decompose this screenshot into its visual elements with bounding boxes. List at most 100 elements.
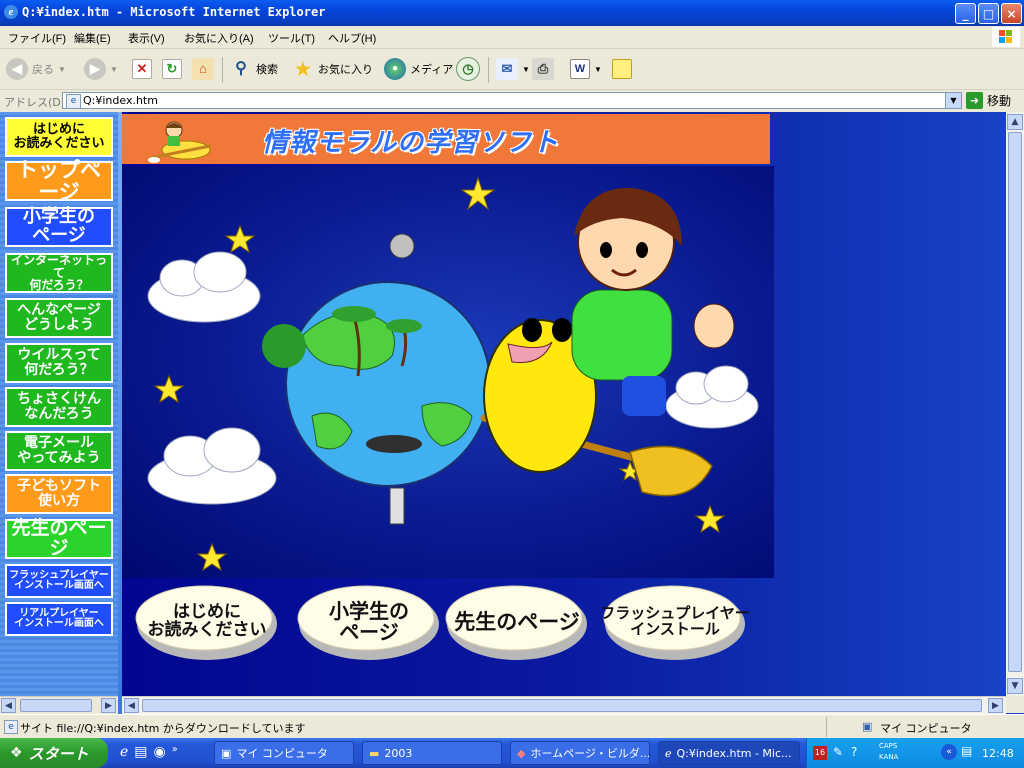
window-title: Q:¥index.htm - Microsoft Internet Explor… bbox=[22, 5, 326, 19]
menu-view[interactable]: 表示(V) bbox=[128, 30, 165, 46]
toolbar-separator bbox=[488, 57, 489, 83]
menu-edit[interactable]: 編集(E) bbox=[74, 30, 111, 46]
start-button[interactable]: ❖ スタート bbox=[0, 738, 108, 768]
task-homepage-builder[interactable]: ◆ ホームページ・ビルダ... bbox=[510, 741, 650, 765]
status-bar: e サイト file://Q:¥index.htm からダウンロードしています … bbox=[0, 714, 1024, 739]
edit-dropdown-icon[interactable]: ▼ bbox=[594, 65, 602, 74]
mail-dropdown-icon[interactable]: ▼ bbox=[522, 65, 530, 74]
discuss-button[interactable] bbox=[612, 55, 632, 83]
toolbar-separator bbox=[222, 57, 223, 83]
vertical-scroll-thumb[interactable] bbox=[1008, 132, 1022, 672]
tray-ime-icon[interactable]: ✎ bbox=[833, 745, 843, 759]
tray-collapse-icon[interactable]: « bbox=[941, 744, 957, 760]
task-internet-explorer[interactable]: ℯ Q:¥index.htm - Mic... bbox=[658, 741, 800, 765]
toolbar: ◀ 戻る ▼ ▶ ▼ ✕ ↻ ⌂ ⚲ 検索 ★ お気に入り ● メディア ◷ ✉… bbox=[0, 49, 1024, 90]
nav-top-page[interactable]: トップページ bbox=[5, 159, 113, 203]
forward-button[interactable]: ▶ ▼ bbox=[84, 55, 118, 83]
bottom-readme-button[interactable]: はじめに お読みください bbox=[132, 578, 282, 666]
tray-badge[interactable]: 16 bbox=[813, 746, 827, 760]
nav-real-install[interactable]: リアルプレイヤー インストール画面へ bbox=[5, 602, 113, 636]
nav-flash-install[interactable]: フラッシュプレイヤー インストール画面へ bbox=[5, 564, 113, 598]
bottom-teacher-button[interactable]: 先生のページ bbox=[442, 578, 592, 666]
clock[interactable]: 12:48 bbox=[982, 747, 1014, 760]
nav-readme[interactable]: はじめに お読みください bbox=[5, 117, 113, 157]
minimize-button[interactable]: _ bbox=[955, 3, 976, 24]
edit-word-button[interactable]: W ▼ bbox=[570, 55, 602, 83]
nav-elementary-page[interactable]: 小学生の ページ bbox=[5, 207, 113, 247]
nav-what-is-internet[interactable]: インターネットって 何だろう？ bbox=[5, 253, 113, 293]
bottom-flash-install-button[interactable]: フラッシュプレイヤー インストール bbox=[600, 578, 750, 666]
favorites-button[interactable]: ★ お気に入り bbox=[292, 55, 373, 83]
search-button[interactable]: ⚲ 検索 bbox=[230, 55, 278, 83]
favorites-star-icon: ★ bbox=[294, 59, 312, 79]
nav-email[interactable]: 電子メール やってみよう bbox=[5, 431, 113, 471]
window-title-bar[interactable]: e Q:¥index.htm - Microsoft Internet Expl… bbox=[0, 0, 1024, 26]
task-label: Q:¥index.htm - Mic... bbox=[676, 746, 792, 760]
stop-icon: ✕ bbox=[132, 59, 152, 79]
tray-help-icon[interactable]: ? bbox=[851, 745, 857, 759]
close-button[interactable]: × bbox=[1001, 3, 1022, 24]
tray-network-icon[interactable]: ▤ bbox=[961, 744, 972, 758]
scroll-up-icon[interactable]: ▲ bbox=[1007, 114, 1023, 130]
task-my-computer[interactable]: ▣ マイ コンピュータ bbox=[214, 741, 354, 765]
scroll-right-icon[interactable]: ▶ bbox=[101, 698, 116, 713]
banner-mascot-icon bbox=[148, 121, 211, 163]
menu-favorites[interactable]: お気に入り(A) bbox=[184, 30, 254, 46]
horizontal-scroll-thumb[interactable] bbox=[142, 699, 982, 712]
maximize-button[interactable]: □ bbox=[978, 3, 999, 24]
scroll-thumb[interactable] bbox=[20, 699, 92, 712]
task-label: ホームページ・ビルダ... bbox=[530, 747, 650, 760]
scroll-right-icon[interactable]: ▶ bbox=[988, 698, 1003, 713]
nav-strange-page[interactable]: へんなページ どうしよう bbox=[5, 298, 113, 338]
back-dropdown-icon[interactable]: ▼ bbox=[58, 65, 66, 74]
home-button[interactable]: ⌂ bbox=[192, 55, 214, 83]
home-icon: ⌂ bbox=[192, 58, 214, 80]
left-nav-frame: はじめに お読みください トップページ 小学生の ページ インターネットって 何… bbox=[0, 112, 122, 714]
address-dropdown-icon[interactable]: ▼ bbox=[945, 93, 961, 108]
address-input[interactable]: e Q:¥index.htm ▼ bbox=[62, 92, 962, 109]
scroll-left-icon[interactable]: ◀ bbox=[124, 698, 139, 713]
stop-button[interactable]: ✕ bbox=[132, 55, 152, 83]
task-folder-2003[interactable]: ▬ 2003 bbox=[362, 741, 502, 765]
history-button[interactable]: ◷ bbox=[456, 55, 480, 83]
back-button[interactable]: ◀ 戻る ▼ bbox=[6, 55, 66, 83]
folder-quicklaunch-icon[interactable]: ▤ bbox=[134, 744, 147, 760]
media-button[interactable]: ● メディア bbox=[384, 55, 453, 83]
menu-help[interactable]: ヘルプ(H) bbox=[328, 30, 376, 46]
go-button[interactable]: ➜ 移動 bbox=[966, 92, 1011, 109]
cloud-left-bottom bbox=[147, 427, 277, 505]
refresh-button[interactable]: ↻ bbox=[162, 55, 182, 83]
cloud-right bbox=[665, 365, 759, 429]
windows-flag-icon bbox=[992, 27, 1020, 47]
bottom-flash-install-label: フラッシュプレイヤー インストール bbox=[600, 604, 750, 638]
menu-bar: ファイル(F) 編集(E) 表示(V) お気に入り(A) ツール(T) ヘルプ(… bbox=[0, 26, 1024, 49]
print-button[interactable]: ⎙ bbox=[532, 55, 554, 83]
horizontal-scrollbar[interactable]: ◀ ▶ bbox=[122, 696, 1006, 714]
vertical-scrollbar[interactable]: ▲ ▼ bbox=[1006, 112, 1024, 696]
scroll-down-icon[interactable]: ▼ bbox=[1007, 678, 1023, 694]
nav-teacher-page[interactable]: 先生のページ bbox=[5, 518, 113, 559]
cloud-left-top bbox=[147, 251, 261, 323]
builder-icon: ◆ bbox=[517, 746, 526, 760]
mail-button[interactable]: ✉ ▼ bbox=[496, 55, 530, 83]
nav-copyright[interactable]: ちょさくけん なんだろう bbox=[5, 387, 113, 427]
menu-tools[interactable]: ツール(T) bbox=[268, 30, 315, 46]
tray-caps: CAPS bbox=[879, 742, 898, 750]
forward-dropdown-icon[interactable]: ▼ bbox=[110, 65, 118, 74]
folder-icon: ▬ bbox=[369, 746, 380, 760]
left-frame-hscrollbar[interactable]: ◀ ▶ bbox=[0, 696, 118, 714]
nav-kids-software[interactable]: 子どもソフト 使い方 bbox=[5, 474, 113, 514]
media-globe-icon: ● bbox=[384, 58, 406, 80]
nav-virus[interactable]: ウイルスって 何だろう？ bbox=[5, 343, 113, 383]
bottom-elementary-button[interactable]: 小学生の ページ bbox=[294, 578, 444, 666]
scroll-left-icon[interactable]: ◀ bbox=[1, 698, 16, 713]
media-quicklaunch-icon[interactable]: ◉ bbox=[154, 744, 166, 760]
ie-icon: ℯ bbox=[665, 746, 672, 760]
quicklaunch-more-icon[interactable]: » bbox=[172, 744, 178, 760]
back-label: 戻る bbox=[32, 64, 54, 76]
menu-file[interactable]: ファイル(F) bbox=[8, 30, 66, 46]
bottom-readme-label: はじめに お読みください bbox=[147, 602, 267, 640]
windows-flag-icon: ❖ bbox=[10, 745, 23, 761]
ie-quicklaunch-icon[interactable]: ℯ bbox=[120, 744, 128, 760]
start-label: スタート bbox=[28, 744, 89, 763]
